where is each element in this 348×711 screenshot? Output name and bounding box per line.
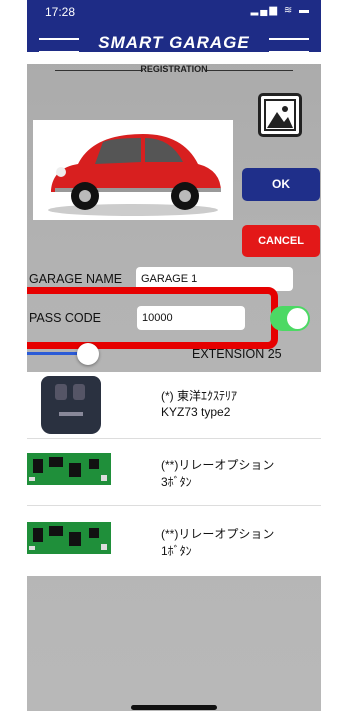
extension-slider-track[interactable] xyxy=(27,352,83,355)
car-icon xyxy=(48,134,221,216)
home-indicator[interactable] xyxy=(131,705,217,710)
device-model: 1ﾎﾞﾀﾝ xyxy=(161,544,192,558)
relay-board-icon xyxy=(27,522,111,554)
extension-slider-thumb[interactable] xyxy=(77,343,99,365)
device-list: (*) 東洋ｴｸｽﾃﾘｱ KYZ73 type2 (**)リレーオプション 3ﾎ… xyxy=(27,372,321,576)
highlight-box xyxy=(27,287,278,349)
device-row[interactable]: (*) 東洋ｴｸｽﾃﾘｱ KYZ73 type2 xyxy=(27,372,321,439)
remote-control-icon xyxy=(41,376,101,434)
car-photo xyxy=(33,120,233,220)
device-model: 3ﾎﾞﾀﾝ xyxy=(161,475,192,489)
device-model: KYZ73 type2 xyxy=(161,405,231,419)
relay-board-icon xyxy=(27,453,111,485)
status-bar: 17:28 ▂▄▆ ≋ ▬ SMART GARAGE xyxy=(27,0,321,53)
toggle-knob xyxy=(287,308,308,329)
app-screen: 17:28 ▂▄▆ ≋ ▬ SMART GARAGE REGISTRATION xyxy=(27,0,321,711)
device-row[interactable]: (**)リレーオプション 3ﾎﾞﾀﾝ xyxy=(27,439,321,506)
app-title: SMART GARAGE xyxy=(98,33,250,52)
garage-name-label: GARAGE NAME xyxy=(29,272,123,286)
device-row[interactable]: (**)リレーオプション 1ﾎﾞﾀﾝ xyxy=(27,506,321,576)
signal-wifi-battery-icon: ▂▄▆ ≋ ▬ xyxy=(250,5,311,16)
device-name: (**)リレーオプション xyxy=(161,458,275,472)
image-icon xyxy=(264,99,296,131)
ok-button[interactable]: OK xyxy=(242,168,320,201)
page-title: REGISTRATION xyxy=(140,64,208,74)
photo-gallery-button[interactable] xyxy=(258,93,302,137)
cancel-button[interactable]: CANCEL xyxy=(242,225,320,257)
pass-code-toggle[interactable] xyxy=(270,306,310,331)
header: 17:28 ▂▄▆ ≋ ▬ SMART GARAGE REGISTRATION xyxy=(27,0,321,74)
clock: 17:28 xyxy=(45,5,76,19)
device-name: (*) 東洋ｴｸｽﾃﾘｱ xyxy=(161,389,237,403)
device-name: (**)リレーオプション xyxy=(161,527,275,541)
extension-label: EXTENSION 25 xyxy=(192,347,282,361)
